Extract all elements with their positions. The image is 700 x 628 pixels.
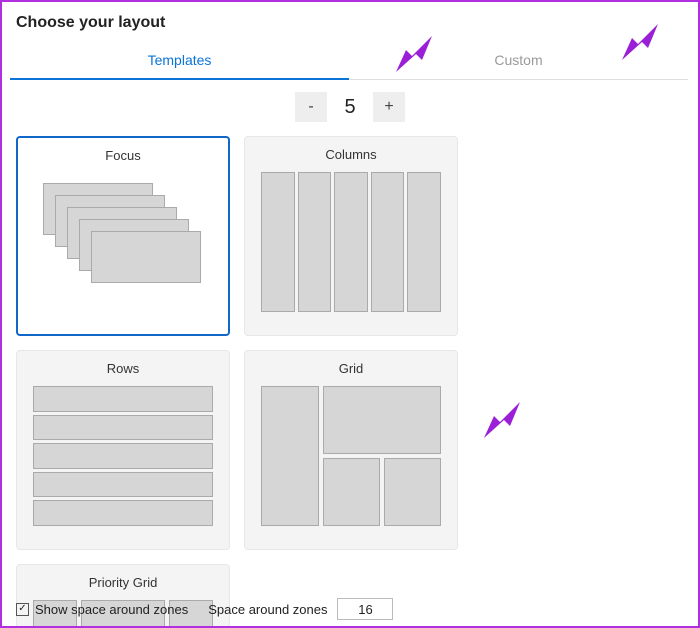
layout-preview-rows (33, 386, 213, 526)
checkbox-icon: ✓ (16, 603, 29, 616)
layout-label: Rows (107, 361, 140, 376)
space-around-field: Space around zones 16 (208, 598, 393, 620)
tabs: Templates Custom (10, 44, 688, 80)
layout-preview-columns (261, 172, 441, 312)
space-input[interactable]: 16 (337, 598, 393, 620)
layout-label: Focus (105, 148, 140, 163)
zone-count-value: 5 (333, 96, 367, 119)
zone-count-stepper: - 5 + (2, 92, 698, 122)
layout-card-rows[interactable]: Rows (16, 350, 230, 550)
increment-button[interactable]: + (373, 92, 405, 122)
layout-label: Priority Grid (89, 575, 158, 590)
layout-label: Columns (325, 147, 376, 162)
layout-preview-grid (261, 386, 441, 526)
decrement-button[interactable]: - (295, 92, 327, 122)
space-label: Space around zones (208, 602, 327, 617)
tab-custom[interactable]: Custom (349, 44, 688, 80)
layout-chooser-window: Choose your layout Templates Custom - 5 … (0, 0, 700, 628)
show-space-label: Show space around zones (35, 602, 188, 617)
show-space-checkbox[interactable]: ✓ Show space around zones (16, 602, 188, 617)
layout-preview-focus (33, 173, 213, 313)
layout-label: Grid (339, 361, 364, 376)
layout-card-grid[interactable]: Grid (244, 350, 458, 550)
page-title: Choose your layout (2, 2, 698, 40)
layout-card-columns[interactable]: Columns (244, 136, 458, 336)
tab-templates[interactable]: Templates (10, 44, 349, 80)
footer: ✓ Show space around zones Space around z… (16, 598, 684, 620)
layout-card-focus[interactable]: Focus (16, 136, 230, 336)
layout-cards: Focus Columns Rows Grid (2, 136, 698, 628)
